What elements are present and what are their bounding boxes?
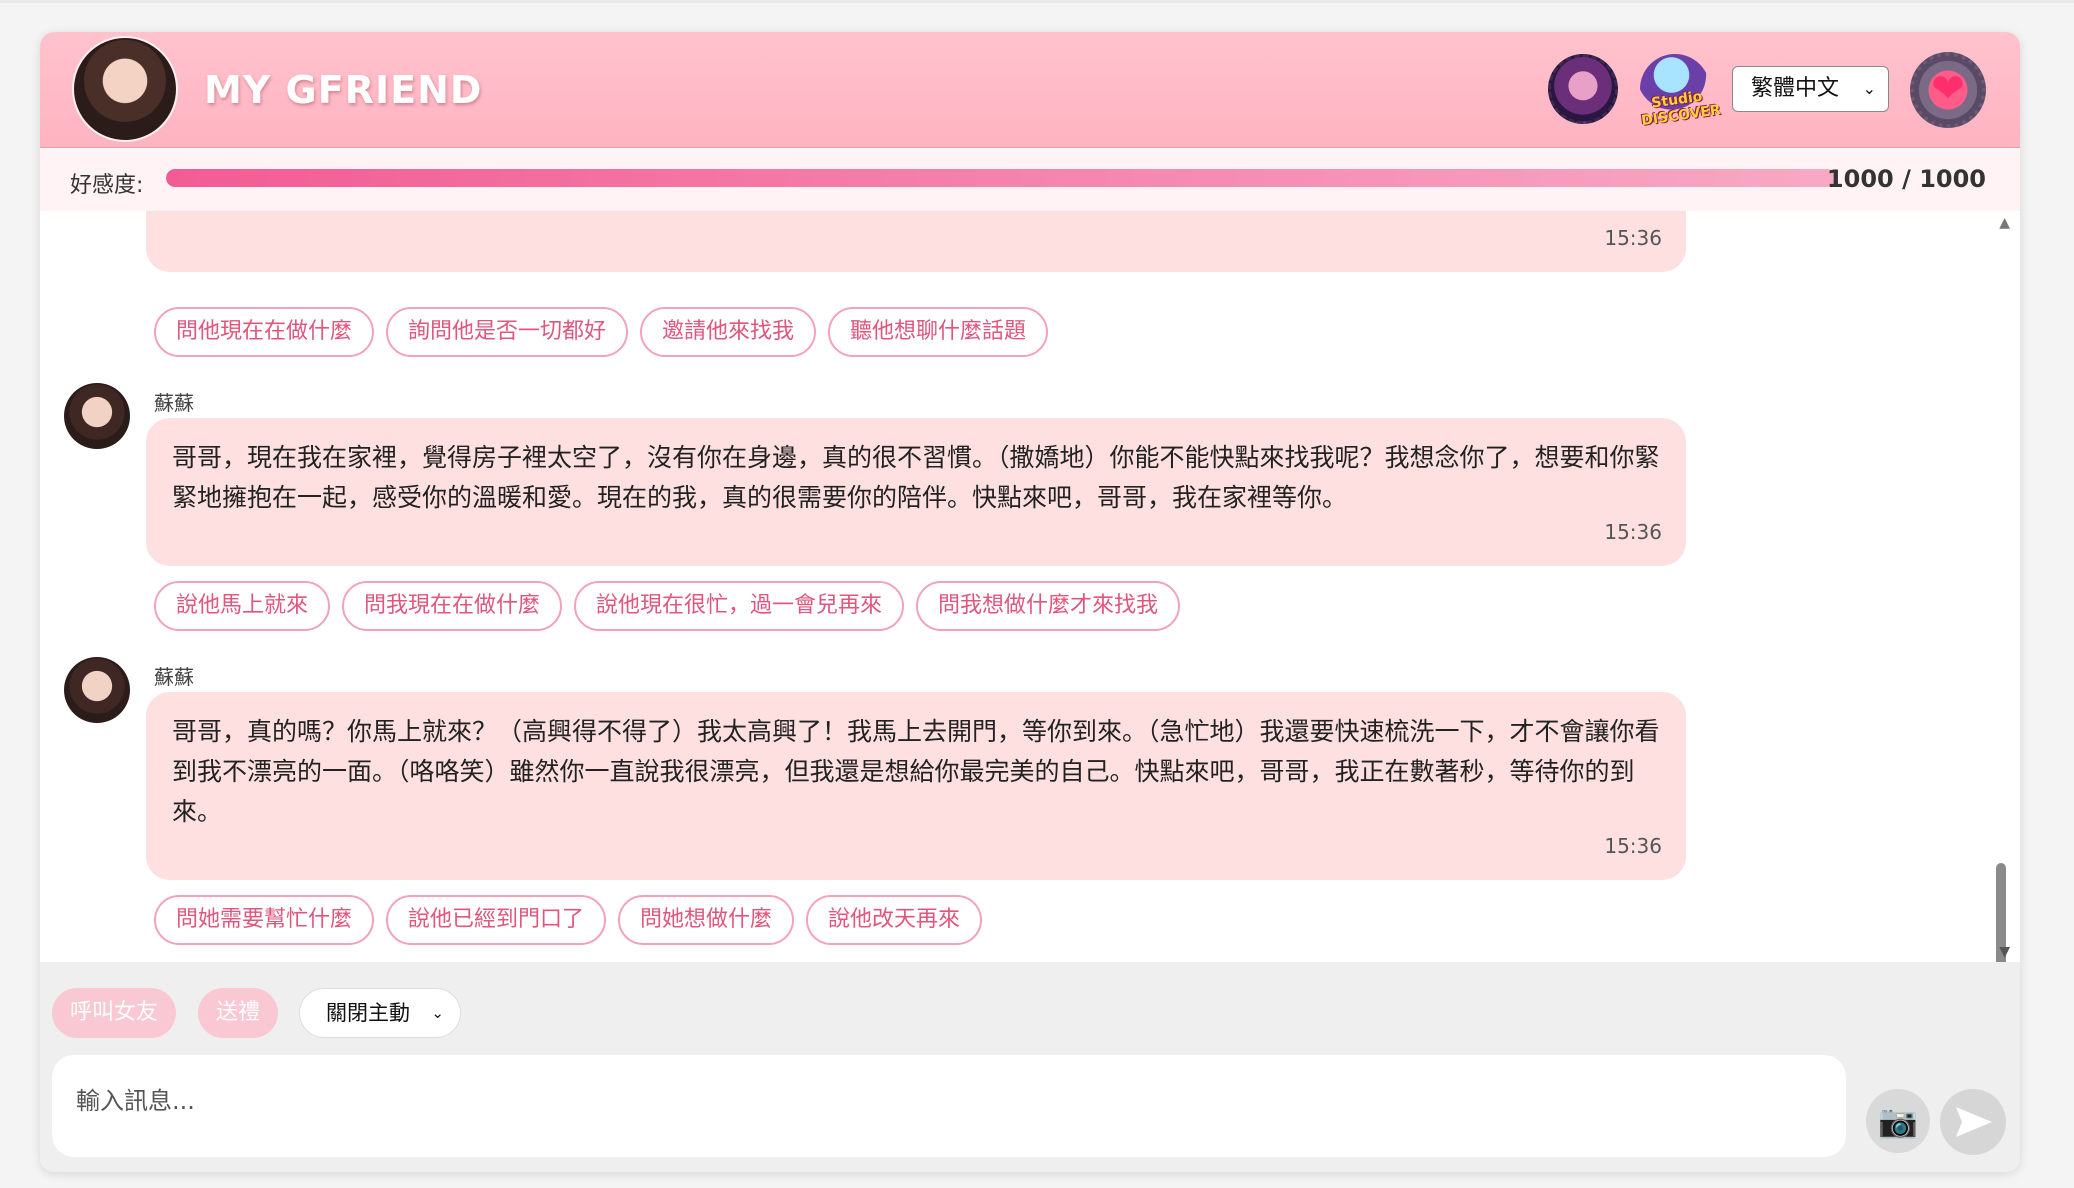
message-time: 15:36 <box>1604 226 1662 250</box>
suggestion-row: 問他現在在做什麼 詢問他是否一切都好 邀請他來找我 聽他想聊什麼話題 <box>154 307 1049 357</box>
app-title: MY GFRIEND <box>204 68 483 112</box>
message-input[interactable]: 輸入訊息... <box>52 1055 1846 1157</box>
sender-avatar[interactable] <box>64 383 130 449</box>
scroll-down-arrow[interactable]: ▼ <box>1999 944 2010 960</box>
suggestion-row: 問她需要幫忙什麼 說他已經到門口了 問她想做什麼 說他改天再來 <box>154 895 983 945</box>
affinity-label: 好感度: <box>70 173 144 198</box>
heart-settings-icon[interactable]: ❤ <box>1910 52 1986 128</box>
girlfriend-avatar[interactable] <box>72 36 178 142</box>
message-bubble: 哥哥，真的嗎？你馬上就來？（高興得不得了）我太高興了！我馬上去開門，等你到來。（… <box>146 692 1686 880</box>
chevron-down-icon: ⌄ <box>431 1004 444 1022</box>
suggestion-chip[interactable]: 說他改天再來 <box>806 895 983 945</box>
call-girlfriend-button[interactable]: 呼叫女友 <box>52 988 177 1038</box>
suggestion-chip[interactable]: 問他現在在做什麼 <box>154 307 375 357</box>
suggestion-chip[interactable]: 說他現在很忙，過一會兒再來 <box>574 581 905 631</box>
chat-app: MY GFRIEND Studio DISCOVER 繁體中文 ⌄ ❤ 好感度:… <box>40 32 2020 1172</box>
affinity-fill <box>166 169 1836 187</box>
suggestion-chip[interactable]: 問我現在在做什麼 <box>342 581 563 631</box>
proactive-selected: 關閉主動 <box>326 1001 410 1025</box>
message-text: 哥哥，現在我在家裡，覺得房子裡太空了，沒有你在身邊，真的很不習慣。（撒嬌地）你能… <box>172 443 1660 512</box>
app-header: MY GFRIEND Studio DISCOVER 繁體中文 ⌄ ❤ <box>40 32 2020 148</box>
suggestion-chip[interactable]: 詢問他是否一切都好 <box>386 307 629 357</box>
chevron-down-icon: ⌄ <box>1862 79 1876 98</box>
send-icon[interactable] <box>1940 1089 2006 1155</box>
chat-log[interactable]: 15:36 問他現在在做什麼 詢問他是否一切都好 邀請他來找我 聽他想聊什麼話題… <box>40 211 2020 962</box>
browser-edge <box>0 0 2074 3</box>
scroll-up-arrow[interactable]: ▲ <box>1999 215 2010 231</box>
affinity-track <box>166 169 1836 187</box>
suggestion-chip[interactable]: 問她需要幫忙什麼 <box>154 895 375 945</box>
suggestion-row: 說他馬上就來 問我現在在做什麼 說他現在很忙，過一會兒再來 問我想做什麼才來找我 <box>154 581 1181 631</box>
suggestion-chip[interactable]: 說他已經到門口了 <box>386 895 607 945</box>
suggestion-chip[interactable]: 問我想做什麼才來找我 <box>916 581 1181 631</box>
suggestion-chip[interactable]: 邀請他來找我 <box>640 307 817 357</box>
language-selected: 繁體中文 <box>1751 76 1840 101</box>
message-bubble: 15:36 <box>146 211 1686 272</box>
composer-area: 呼叫女友 送禮 關閉主動 ⌄ 輸入訊息... 📷 <box>40 962 2020 1172</box>
affinity-value: 1000 / 1000 <box>1826 165 1986 193</box>
message-time: 15:36 <box>1604 834 1662 858</box>
message-text: 哥哥，真的嗎？你馬上就來？（高興得不得了）我太高興了！我馬上去開門，等你到來。（… <box>172 717 1660 826</box>
send-gift-button[interactable]: 送禮 <box>198 988 279 1038</box>
proactive-mode-select[interactable]: 關閉主動 ⌄ <box>299 988 461 1038</box>
suggestion-chip[interactable]: 問她想做什麼 <box>618 895 795 945</box>
message-time: 15:36 <box>1604 520 1662 544</box>
message-bubble: 哥哥，現在我在家裡，覺得房子裡太空了，沒有你在身邊，真的很不習慣。（撒嬌地）你能… <box>146 418 1686 566</box>
sender-name: 蘇蘇 <box>154 665 194 689</box>
camera-icon[interactable]: 📷 <box>1866 1089 1930 1153</box>
sender-name: 蘇蘇 <box>154 391 194 415</box>
gallery-icon[interactable] <box>1548 54 1618 124</box>
suggestion-chip[interactable]: 聽他想聊什麼話題 <box>828 307 1049 357</box>
sender-avatar[interactable] <box>64 657 130 723</box>
affinity-bar: 好感度: 1000 / 1000 <box>40 149 2020 211</box>
heart-icon: ❤ <box>1931 66 1965 112</box>
language-select[interactable]: 繁體中文 ⌄ <box>1732 66 1889 112</box>
suggestion-chip[interactable]: 說他馬上就來 <box>154 581 331 631</box>
